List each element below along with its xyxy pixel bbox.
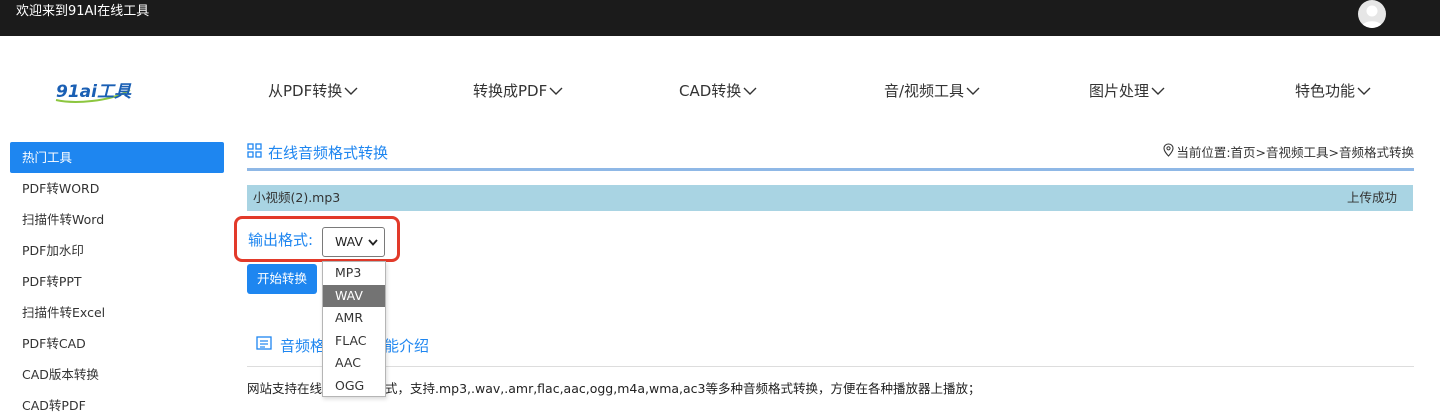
sidebar-item-cad-version[interactable]: CAD版本转换 [10,359,224,390]
sidebar-item-pdf-to-cad[interactable]: PDF转CAD [10,328,224,359]
nav-image[interactable]: 图片处理 [1089,80,1165,102]
sidebar-item-scan-to-excel[interactable]: 扫描件转Excel [10,297,224,328]
output-format-select[interactable]: WAV [322,227,385,257]
chevron-down-icon [966,86,980,96]
nav-label: 音/视频工具 [884,82,965,100]
sidebar-item-hot-tools[interactable]: 热门工具 [10,142,224,173]
format-option-flac[interactable]: FLAC [323,330,385,353]
document-icon [256,336,272,354]
chevron-down-icon [743,86,757,96]
start-convert-button[interactable]: 开始转换 [247,264,317,294]
nav-label: 转换成PDF [473,82,548,100]
logo-text: 91ai工具 [56,82,132,102]
sidebar-item-cad-to-pdf[interactable]: CAD转PDF [10,390,224,420]
welcome-text: 欢迎来到91AI在线工具 [16,4,150,19]
user-avatar[interactable] [1358,0,1386,28]
location-pin-icon [1163,143,1174,162]
logo-image: 91ai工具 [55,82,132,103]
format-option-mp3[interactable]: MP3 [323,262,385,285]
panel-title: 在线音频格式转换 [247,142,388,162]
nav-cad[interactable]: CAD转换 [679,80,757,102]
nav-label: 从PDF转换 [268,82,343,100]
sidebar-item-scan-to-word[interactable]: 扫描件转Word [10,204,224,235]
format-option-wav[interactable]: WAV [323,284,385,307]
chevron-down-icon [344,86,358,96]
intro-desc-end: 式，支持.mp3,.wav,.amr,flac,aac,ogg,m4a,wma,… [385,381,981,396]
format-option-amr[interactable]: AMR [323,307,385,330]
user-icon [1361,5,1383,28]
nav-label: CAD转换 [679,82,742,100]
file-name: 小视频(2).mp3 [253,190,341,205]
uploaded-file-row: 小视频(2).mp3 上传成功 [247,185,1413,211]
breadcrumb-text[interactable]: 当前位置:首页>音视频工具>音频格式转换 [1176,144,1414,162]
nav-featured[interactable]: 特色功能 [1295,80,1371,102]
output-format-value: WAV [335,234,363,249]
nav-to-pdf[interactable]: 转换成PDF [473,80,563,102]
site-logo[interactable]: 91ai工具 [54,78,132,104]
grid-icon [247,142,262,162]
title-divider [247,168,1414,171]
intro-desc-start: 网站支持在线 [247,381,323,396]
nav-from-pdf[interactable]: 从PDF转换 [268,80,358,102]
chevron-down-icon [1151,86,1165,96]
output-format-label: 输出格式: [248,231,314,249]
nav-audio-video[interactable]: 音/视频工具 [884,80,980,102]
chevron-down-icon [1357,86,1371,96]
intro-title-start: 音频格 [280,336,326,355]
format-option-aac[interactable]: AAC [323,352,385,375]
upload-status: 上传成功 [1346,190,1397,205]
format-dropdown-list: MP3 WAV AMR FLAC AAC OGG [322,261,386,397]
chevron-down-icon [549,86,563,96]
format-option-ogg[interactable]: OGG [323,375,385,398]
nav-label: 图片处理 [1089,82,1150,100]
sidebar-item-pdf-watermark[interactable]: PDF加水印 [10,235,224,266]
intro-divider [247,366,1414,367]
top-bar: 欢迎来到91AI在线工具 [0,0,1440,36]
chevron-down-icon [368,239,378,246]
panel-title-text: 在线音频格式转换 [268,143,389,162]
nav-label: 特色功能 [1295,82,1356,100]
breadcrumb: 当前位置:首页>音视频工具>音频格式转换 [1163,143,1414,162]
sidebar-item-pdf-to-word[interactable]: PDF转WORD [10,173,224,204]
sidebar-item-pdf-to-ppt[interactable]: PDF转PPT [10,266,224,297]
sidebar: 热门工具 PDF转WORD 扫描件转Word PDF加水印 PDF转PPT 扫描… [10,142,224,420]
